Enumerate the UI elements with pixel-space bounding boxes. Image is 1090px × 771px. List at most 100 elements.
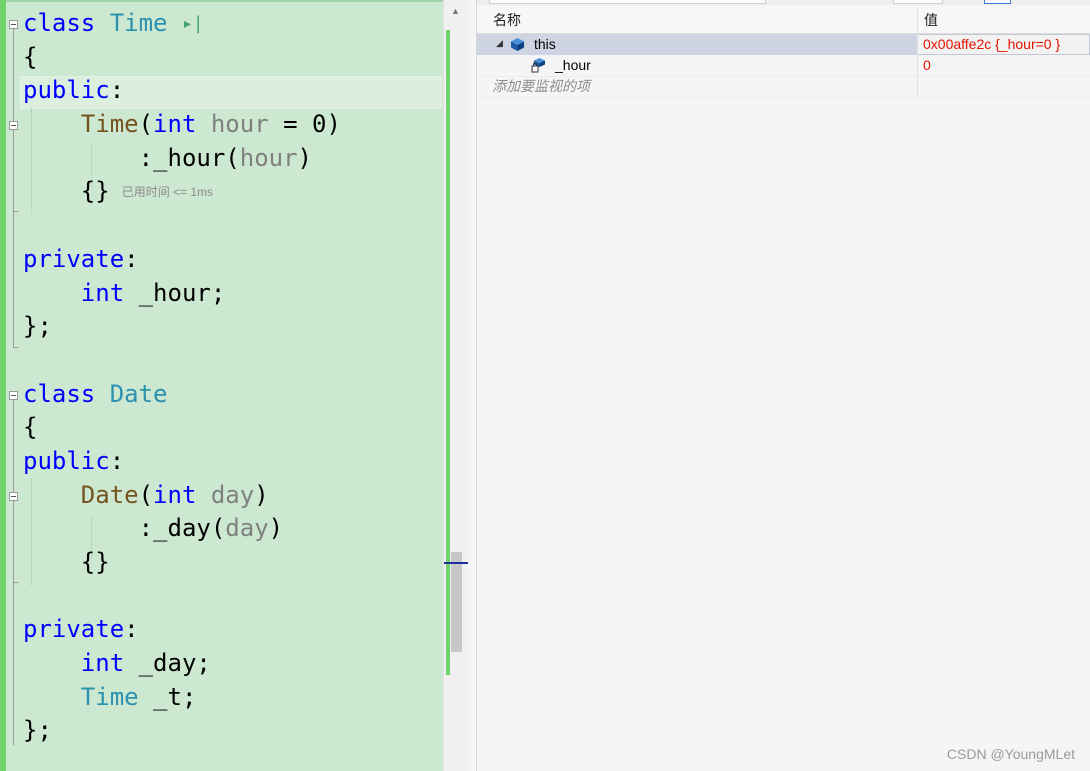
code-token: {}: [23, 548, 110, 576]
code-token: {: [23, 413, 38, 442]
code-line[interactable]: private:: [23, 613, 341, 647]
add-watch-row[interactable]: 添加要监视的项: [477, 76, 1090, 98]
watch-row[interactable]: _hour 0: [477, 55, 1090, 77]
editor-top-border: [6, 0, 443, 2]
code-line[interactable]: :_day(day): [23, 512, 341, 546]
code-token: _hour;: [124, 278, 226, 307]
scroll-up-arrow-icon[interactable]: ▲: [451, 6, 460, 16]
code-token: Time: [109, 9, 168, 37]
code-token: (: [138, 110, 154, 139]
watch-row-value: 0: [923, 57, 931, 73]
watch-row-name: _hour: [555, 57, 591, 73]
code-token: public: [23, 76, 110, 105]
code-token: day: [210, 480, 255, 509]
column-separator: [917, 34, 918, 97]
code-line[interactable]: };: [23, 714, 341, 748]
outline-line: [13, 501, 14, 582]
scrollbar-caret-marker: [444, 562, 468, 564]
code-token: day: [225, 514, 269, 543]
code-line[interactable]: {}: [23, 546, 341, 580]
code-token: ): [268, 514, 284, 543]
code-line[interactable]: [23, 209, 341, 243]
watch-toolbar-strip: [477, 0, 1090, 5]
elapsed-time-hint: 已用时间 <= 1ms: [121, 184, 214, 199]
private-field-icon: [531, 58, 545, 73]
watch-row-name: this: [534, 36, 556, 52]
outline-line: [13, 130, 14, 211]
code-token: :: [109, 76, 125, 105]
code-line[interactable]: class Time ▸|: [23, 7, 341, 41]
code-line[interactable]: private:: [23, 243, 341, 277]
column-header-value[interactable]: 值: [924, 8, 938, 33]
code-line[interactable]: };: [23, 310, 341, 344]
object-icon: [511, 38, 524, 51]
code-token: int: [153, 480, 197, 509]
search-depth-field[interactable]: [893, 0, 943, 4]
code-line[interactable]: public:: [23, 445, 341, 479]
toolbar-button[interactable]: [984, 0, 1011, 4]
code-token: :: [124, 615, 139, 644]
code-line[interactable]: public:: [23, 74, 341, 108]
code-line[interactable]: Time(int hour = 0): [23, 108, 341, 142]
outline-end: [13, 582, 18, 583]
scrollbar-thumb[interactable]: [451, 552, 462, 652]
code-token: };: [23, 312, 52, 341]
code-line[interactable]: Time _t;: [23, 681, 341, 715]
search-field[interactable]: [489, 0, 766, 4]
watermark: CSDN @YoungMLet: [946, 746, 1075, 762]
code-line[interactable]: int _hour;: [23, 277, 341, 311]
code-line[interactable]: [23, 580, 341, 614]
collapse-toggle-icon[interactable]: [9, 492, 18, 501]
code-token: Time: [80, 110, 139, 139]
code-token: :_day(: [23, 514, 226, 543]
code-token: ): [297, 143, 312, 172]
watch-row-value: 0x00affe2c {_hour=0 }: [923, 36, 1061, 52]
outline-end: [13, 347, 18, 348]
code-token: int: [80, 278, 125, 307]
collapse-toggle-icon[interactable]: [9, 391, 18, 400]
code-line[interactable]: {} 已用时间 <= 1ms: [23, 175, 341, 209]
code-line[interactable]: :_hour(hour): [23, 142, 341, 176]
code-token: private: [23, 244, 125, 273]
code-token: Time: [80, 682, 139, 711]
code-line[interactable]: {: [23, 411, 341, 445]
code-line[interactable]: Date(int day): [23, 479, 341, 513]
collapse-toggle-icon[interactable]: [9, 121, 18, 130]
code-token: :_hour(: [23, 143, 240, 172]
code-token: };: [23, 716, 52, 745]
code-line[interactable]: int _day;: [23, 647, 341, 681]
code-token: = 0): [268, 110, 341, 139]
code-token: :: [124, 244, 139, 273]
collapse-arrow-icon[interactable]: ◢: [496, 38, 503, 49]
code-token: hour: [239, 143, 298, 172]
code-token: int: [80, 649, 125, 678]
code-token: class: [23, 9, 96, 37]
add-watch-placeholder[interactable]: 添加要监视的项: [492, 76, 590, 97]
scrollbar-change-marker: [446, 30, 450, 675]
code-token: _t;: [138, 682, 197, 711]
column-header-name[interactable]: 名称: [493, 8, 521, 33]
code-text[interactable]: class Time ▸|{public: Time(int hour = 0)…: [23, 7, 341, 748]
watch-row[interactable]: ◢ this 0x00affe2c {_hour=0 }: [477, 34, 1090, 55]
column-separator[interactable]: [917, 8, 918, 33]
code-token: hour: [210, 110, 269, 139]
code-editor[interactable]: class Time ▸|{public: Time(int hour = 0)…: [0, 0, 469, 771]
code-token: private: [23, 615, 125, 644]
vertical-scrollbar[interactable]: ▲: [443, 0, 469, 771]
code-token: ): [254, 480, 269, 509]
code-line[interactable]: class Date: [23, 378, 341, 412]
code-line[interactable]: {: [23, 41, 341, 75]
code-token: int: [153, 110, 197, 139]
collapse-toggle-icon[interactable]: [9, 20, 18, 29]
code-line[interactable]: [23, 344, 341, 378]
outline-end: [13, 211, 18, 212]
step-arrow-icon: ▸|: [181, 13, 204, 34]
